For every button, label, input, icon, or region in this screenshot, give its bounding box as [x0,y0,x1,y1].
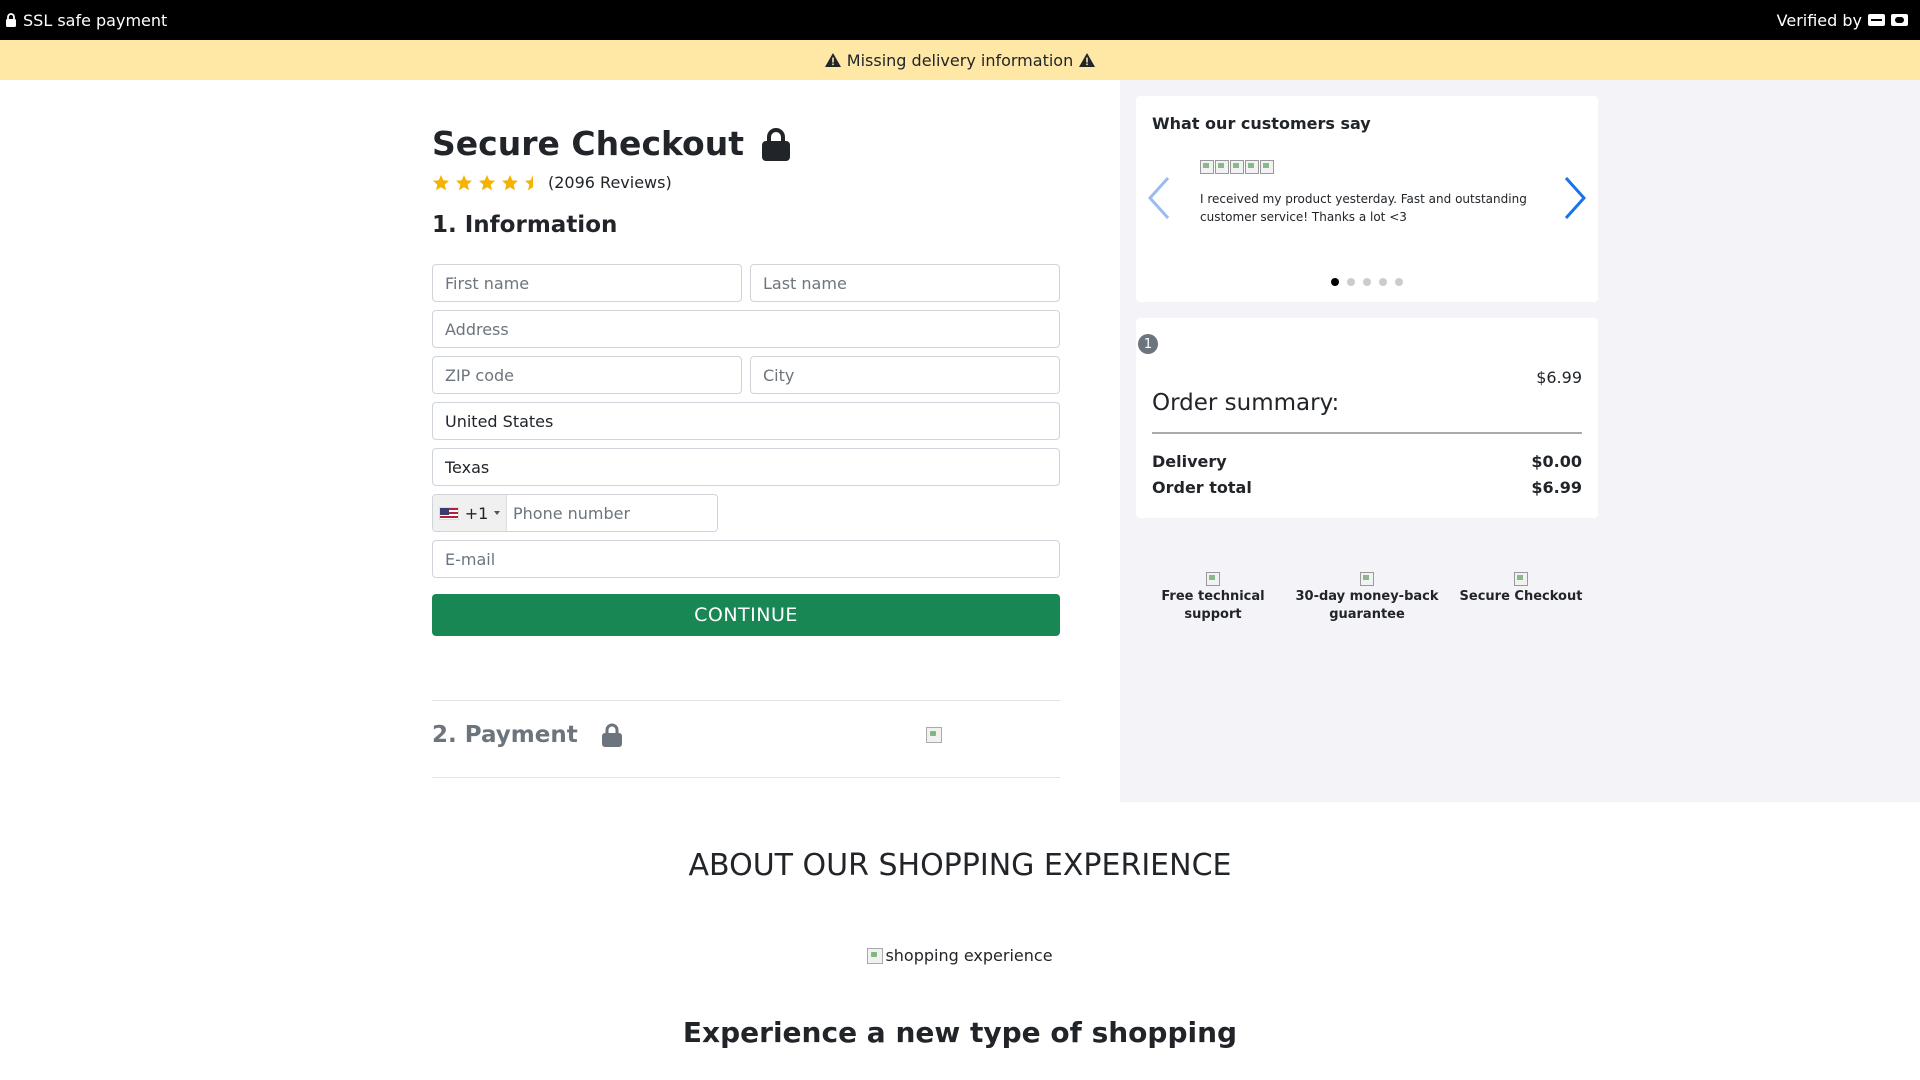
testimonials-title: What our customers say [1152,114,1371,133]
secure-checkout-image [1514,572,1528,586]
country-select[interactable]: United States [432,402,1060,440]
total-row: Order total $6.99 [1152,478,1582,497]
banner-text: Missing delivery information [846,50,1074,70]
continue-button[interactable]: CONTINUE [432,594,1060,636]
review-text: I received my product yesterday. Fast an… [1200,192,1527,224]
star-icon [525,174,533,190]
badge-label: Secure Checkout [1459,589,1583,604]
chevron-right-icon[interactable] [1560,174,1590,222]
badge-secure-checkout: Secure Checkout [1446,572,1596,624]
money-back-image [1360,572,1374,586]
phone-code: +1 [464,503,489,523]
order-summary: 1 $6.99 Order summary: Delivery $0.00 Or… [1136,318,1598,518]
last-name-field[interactable] [750,264,1060,302]
section-payment-title: 2. Payment [432,722,578,748]
caret-down-icon [494,511,501,515]
mastercard-icon [1891,14,1908,26]
top-bar: SSL safe payment Verified by [0,0,1920,40]
image-alt-text: shopping experience [885,946,1053,965]
star-icon [433,174,449,190]
warning-icon [1079,53,1096,67]
verified-indicator: Verified by [1777,11,1908,30]
warning-icon [824,53,841,67]
payment-methods-image [925,727,942,743]
rating: (2096 Reviews) [432,173,672,192]
lock-icon [762,127,791,161]
ssl-text: SSL safe payment [23,10,168,30]
ssl-indicator: SSL safe payment [5,11,167,30]
trust-badges: Free technical support 30-day money-back… [1136,572,1598,624]
badge-label: Free technical support [1161,589,1265,622]
carousel-dot[interactable] [1331,278,1339,286]
item-price: $6.99 [1536,368,1582,387]
about-title: ABOUT OUR SHOPPING EXPERIENCE [688,848,1232,883]
star-icon [479,174,495,190]
divider [1152,432,1582,434]
total-label: Order total [1152,478,1252,497]
country-value: United States [445,411,554,431]
state-value: Texas [445,457,490,477]
us-flag-icon [438,506,459,520]
section-payment-header[interactable]: 2. Payment [432,722,942,748]
review-stars [1200,160,1274,174]
quantity-badge: 1 [1138,334,1158,354]
support-image [1206,572,1220,586]
total-value: $6.99 [1531,478,1582,497]
visa-card-icon [1868,14,1885,26]
about-subtitle: Experience a new type of shopping [682,1016,1238,1049]
carousel-dot[interactable] [1395,278,1403,286]
lock-icon [601,723,622,747]
zip-code-field[interactable] [432,356,742,394]
first-name-field[interactable] [432,264,742,302]
page-title: Secure Checkout [432,124,745,163]
state-select[interactable]: Texas [432,448,1060,486]
lock-icon [6,13,16,27]
reviews-count: (2096 Reviews) [548,173,672,192]
checkout-header: Secure Checkout [432,124,791,163]
badge-money-back: 30-day money-back guarantee [1292,572,1442,624]
star-icon [456,174,472,190]
email-field[interactable] [432,540,1060,578]
delivery-row: Delivery $0.00 [1152,452,1582,471]
star-image [1260,160,1274,174]
testimonials-carousel: What our customers say I received my pro… [1136,96,1598,302]
section-information-title: 1. Information [432,212,618,238]
badge-label: 30-day money-back guarantee [1295,589,1439,622]
star-image [1245,160,1259,174]
phone-number-field[interactable] [507,496,717,530]
star-image [1200,160,1214,174]
missing-info-banner: Missing delivery information [0,40,1920,80]
star-image [1215,160,1229,174]
delivery-label: Delivery [1152,452,1227,471]
carousel-dot[interactable] [1347,278,1355,286]
city-field[interactable] [750,356,1060,394]
chevron-left-icon[interactable] [1144,174,1174,222]
star-icon [502,174,518,190]
carousel-dot[interactable] [1379,278,1387,286]
country-code-dropdown[interactable]: +1 [433,495,507,531]
verified-text: Verified by [1776,10,1862,30]
address-field[interactable] [432,310,1060,348]
rating-stars [432,174,542,192]
phone-field-group: +1 [432,494,718,532]
broken-image-icon [867,947,884,964]
order-summary-title: Order summary: [1152,390,1340,416]
carousel-dot[interactable] [1363,278,1371,286]
star-image [1230,160,1244,174]
divider [432,700,1060,701]
divider [432,777,1060,778]
delivery-value: $0.00 [1531,452,1582,471]
badge-support: Free technical support [1138,572,1288,624]
shopping-experience-image: shopping experience [0,946,1920,965]
carousel-dots [1136,278,1598,286]
